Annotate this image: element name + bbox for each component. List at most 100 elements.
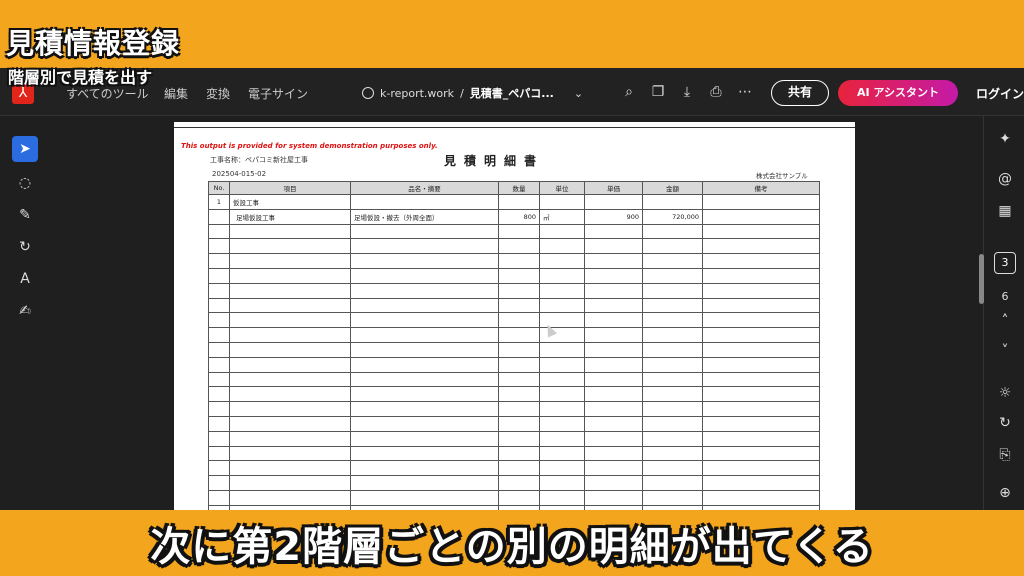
empty-table-row	[208, 489, 820, 506]
ai-assistant-button[interactable]: AI アシスタント	[838, 80, 958, 106]
brightness-icon[interactable]: ☼	[996, 384, 1014, 402]
empty-cell	[229, 371, 351, 388]
previous-page-icon[interactable]: ˄	[996, 312, 1014, 330]
empty-cell	[350, 415, 499, 432]
empty-cell	[584, 489, 643, 506]
empty-table-row	[208, 430, 820, 447]
grid-view-icon[interactable]: ▦	[996, 202, 1014, 220]
chevron-down-icon[interactable]: ⌄	[574, 87, 583, 100]
menu-convert[interactable]: 変換	[206, 85, 230, 102]
empty-cell	[208, 267, 230, 284]
next-page-icon[interactable]: ˅	[996, 342, 1014, 360]
empty-table-row	[208, 415, 820, 432]
document-info-icon[interactable]: ⎘	[996, 446, 1014, 464]
freehand-icon[interactable]: ↻	[12, 234, 38, 260]
empty-cell	[584, 386, 643, 403]
empty-cell	[584, 356, 643, 373]
comments-panel-icon[interactable]: @	[996, 170, 1014, 188]
comment-icon[interactable]: ◌	[12, 170, 38, 196]
empty-cell	[229, 238, 351, 255]
empty-cell	[229, 223, 351, 240]
document-name: 見積書_ペパコ...	[469, 87, 554, 100]
more-options-icon[interactable]: ⋯	[737, 84, 753, 100]
empty-cell	[642, 415, 703, 432]
empty-cell	[229, 445, 351, 462]
search-icon[interactable]: ⌕	[621, 84, 637, 100]
empty-cell	[584, 327, 643, 343]
empty-cell	[539, 223, 585, 240]
empty-table-row	[208, 356, 820, 373]
empty-cell	[350, 475, 499, 491]
empty-cell	[229, 489, 351, 506]
empty-cell	[208, 282, 230, 299]
empty-cell	[229, 401, 351, 417]
empty-cell	[584, 445, 643, 462]
cell-quantity: 800	[498, 208, 540, 225]
column-header: 単価	[584, 181, 643, 195]
empty-cell	[350, 267, 499, 284]
empty-cell	[229, 312, 351, 329]
empty-cell	[539, 297, 585, 314]
empty-cell	[498, 297, 540, 314]
fill-sign-icon[interactable]: ✍	[12, 298, 38, 324]
empty-cell	[702, 460, 820, 477]
text-box-icon[interactable]: A	[12, 266, 38, 292]
cell-remarks	[702, 208, 820, 225]
select-cursor-icon[interactable]: ➤	[12, 136, 38, 162]
empty-cell	[229, 253, 351, 269]
empty-cell	[229, 504, 351, 510]
empty-table-row	[208, 253, 820, 269]
empty-cell	[350, 430, 499, 447]
empty-cell	[642, 504, 703, 510]
column-header: 数量	[498, 181, 540, 195]
empty-table-row	[208, 341, 820, 358]
vertical-scrollbar[interactable]	[979, 254, 984, 304]
empty-cell	[702, 445, 820, 462]
empty-table-row	[208, 445, 820, 462]
empty-cell	[208, 238, 230, 255]
empty-cell	[350, 327, 499, 343]
empty-cell	[539, 489, 585, 506]
empty-cell	[229, 327, 351, 343]
current-page-indicator[interactable]: 3	[994, 252, 1016, 274]
empty-cell	[208, 475, 230, 491]
empty-cell	[229, 475, 351, 491]
empty-cell	[702, 401, 820, 417]
document-title: 見積明細書	[444, 154, 545, 168]
empty-cell	[539, 460, 585, 477]
empty-cell	[642, 267, 703, 284]
document-number: 202504-015-02	[212, 170, 267, 178]
empty-cell	[208, 253, 230, 269]
column-header: 単位	[539, 181, 585, 195]
document-location[interactable]: k-report.work / 見積書_ペパコ... ⌄	[362, 85, 583, 101]
menu-e-sign[interactable]: 電子サイン	[248, 85, 308, 102]
empty-cell	[350, 460, 499, 477]
empty-cell	[208, 371, 230, 388]
download-icon[interactable]: ⤓	[679, 84, 695, 100]
empty-cell	[498, 282, 540, 299]
project-name: 工事名称：ペパコミ新社屋工事	[210, 156, 308, 164]
draw-pen-icon[interactable]: ✎	[12, 202, 38, 228]
print-icon[interactable]: ⎙	[708, 84, 724, 100]
empty-cell	[498, 489, 540, 506]
empty-cell	[208, 386, 230, 403]
share-button[interactable]: 共有	[771, 80, 829, 106]
cell-description	[350, 194, 499, 210]
empty-cell	[702, 327, 820, 343]
page-thumbnails-icon[interactable]: ❐	[650, 84, 666, 100]
empty-cell	[208, 504, 230, 510]
empty-cell	[584, 253, 643, 269]
empty-cell	[498, 460, 540, 477]
empty-cell	[350, 223, 499, 240]
menu-edit[interactable]: 編集	[164, 85, 188, 102]
total-pages: 6	[1001, 290, 1009, 303]
login-button[interactable]: ログイン	[976, 85, 1024, 102]
rotate-icon[interactable]: ↻	[996, 414, 1014, 432]
empty-cell	[498, 401, 540, 417]
empty-cell	[498, 475, 540, 491]
zoom-in-icon[interactable]: ⊕	[996, 484, 1014, 502]
empty-cell	[642, 386, 703, 403]
edit-panel-icon[interactable]: ✦	[996, 130, 1014, 148]
cell-amount	[642, 194, 703, 210]
cell-item: 仮設工事	[229, 194, 351, 210]
